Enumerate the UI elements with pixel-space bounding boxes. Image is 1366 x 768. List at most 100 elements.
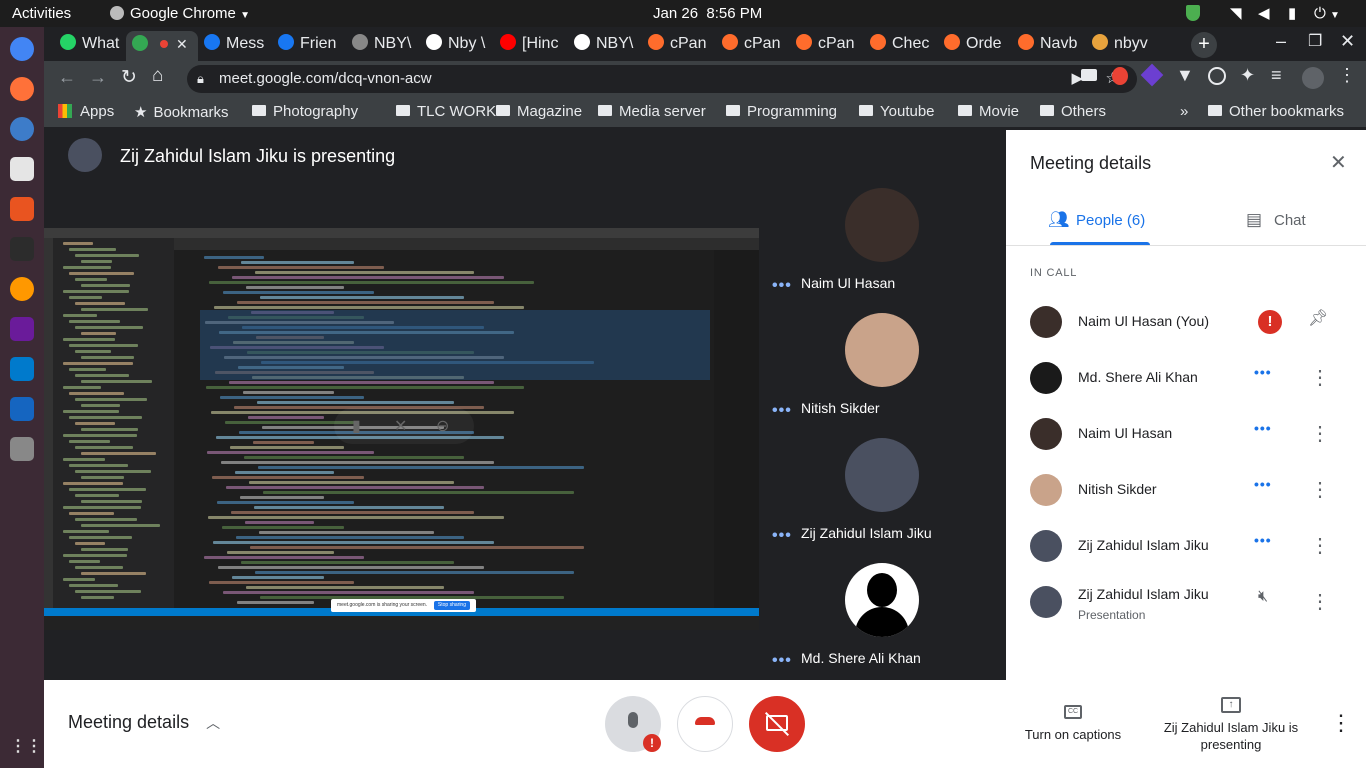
bookmark-folder[interactable]: Photography bbox=[252, 103, 358, 120]
participant-menu-icon[interactable]: ⋮ bbox=[1310, 588, 1330, 616]
bookmark-folder[interactable]: Movie bbox=[958, 103, 1019, 120]
phpstorm-dock-icon[interactable] bbox=[10, 317, 34, 341]
stop-sharing-button[interactable]: Stop sharing bbox=[433, 601, 470, 610]
browser-tab[interactable]: nbyv bbox=[1086, 31, 1148, 61]
maximize-icon[interactable]: ❐ bbox=[1308, 31, 1322, 51]
participant-menu-icon[interactable]: ⋮ bbox=[1310, 420, 1330, 448]
terminal-dock-icon[interactable] bbox=[10, 237, 34, 261]
new-tab-icon[interactable]: + bbox=[1191, 32, 1217, 58]
minimize-icon[interactable]: – bbox=[1276, 31, 1286, 52]
vpn-extension-icon[interactable] bbox=[1140, 63, 1164, 87]
activities-button[interactable]: Activities bbox=[12, 0, 71, 27]
participant-row[interactable]: Nitish Sikder ••• ⋮ bbox=[1006, 462, 1366, 518]
clock[interactable]: Jan 26 8:56 PM bbox=[653, 0, 762, 27]
close-panel-icon[interactable]: ✕ bbox=[1330, 150, 1347, 175]
file-tree-item bbox=[69, 296, 102, 299]
show-apps-icon[interactable]: ⋮⋮⋮ bbox=[10, 735, 58, 759]
home-icon[interactable]: ⌂ bbox=[152, 65, 163, 87]
browser-tab[interactable]: NBY\ bbox=[568, 31, 642, 61]
browser-tab[interactable]: Chec bbox=[864, 31, 938, 61]
extensions-icon[interactable]: ✦ bbox=[1240, 65, 1255, 86]
bookmark-folder[interactable]: Youtube bbox=[859, 103, 935, 120]
app-menu[interactable]: Google Chrome ▼ bbox=[110, 0, 250, 27]
participant-tile[interactable]: ••• Naim Ul Hasan bbox=[759, 178, 1006, 303]
file-tree-item bbox=[75, 470, 151, 473]
vue-extension-icon[interactable]: ▼ bbox=[1176, 65, 1194, 86]
participant-row[interactable]: Naim Ul Hasan ••• ⋮ bbox=[1006, 406, 1366, 462]
browser-tab[interactable]: cPan bbox=[790, 31, 864, 61]
chrome-dock-icon[interactable] bbox=[10, 37, 34, 61]
microphone-button[interactable]: ! bbox=[605, 696, 661, 752]
back-icon[interactable]: ← bbox=[58, 67, 76, 88]
participant-menu-icon[interactable]: ⋮ bbox=[1310, 476, 1330, 504]
address-bar[interactable]: 🔒︎ meet.google.com/dcq-vnon-acw ▶ ☆ bbox=[187, 65, 1137, 93]
participant-tiles: ••• Naim Ul Hasan ••• Nitish Sikder ••• Zij Z… bbox=[759, 178, 1006, 680]
browser-tab[interactable]: cPan bbox=[642, 31, 716, 61]
participant-row[interactable]: Zij Zahidul Islam Jiku Presentation 🔇︎ ⋮ bbox=[1006, 574, 1366, 630]
mail-extension-icon[interactable] bbox=[1081, 69, 1097, 81]
browser-tab[interactable]: [Hinc bbox=[494, 31, 568, 61]
participant-menu-icon[interactable]: ⋮ bbox=[1310, 532, 1330, 560]
participant-row[interactable]: Md. Shere Ali Khan ••• ⋮ bbox=[1006, 350, 1366, 406]
code-line bbox=[250, 546, 584, 549]
file-tree-item bbox=[69, 392, 124, 395]
chrome-menu-icon[interactable]: ⋮ bbox=[1338, 65, 1356, 86]
thunderbird-dock-icon[interactable] bbox=[10, 117, 34, 141]
reload-icon[interactable]: ↻ bbox=[121, 66, 137, 89]
bookmark-folder[interactable]: Magazine bbox=[496, 103, 582, 120]
grammar-extension-icon[interactable] bbox=[1208, 67, 1226, 85]
close-tab-icon[interactable]: ✕ bbox=[176, 36, 188, 52]
software-dock-icon[interactable] bbox=[10, 197, 34, 221]
camera-button[interactable] bbox=[749, 696, 805, 752]
ssd-dock-icon[interactable] bbox=[10, 437, 34, 461]
captions-icon: CC bbox=[1064, 705, 1082, 719]
close-window-icon[interactable]: ✕ bbox=[1340, 31, 1355, 52]
browser-tab[interactable]: Mess bbox=[198, 31, 272, 61]
file-tree-item bbox=[75, 398, 147, 401]
participant-row[interactable]: Naim Ul Hasan (You)! 📌︎ bbox=[1006, 294, 1366, 350]
participant-menu-icon[interactable]: ⋮ bbox=[1310, 364, 1330, 392]
browser-tab[interactable]: Orde bbox=[938, 31, 1012, 61]
participant-tile[interactable]: ••• Nitish Sikder bbox=[759, 303, 1006, 428]
browser-tab[interactable]: Frien bbox=[272, 31, 346, 61]
tab-label: Nby \ bbox=[448, 35, 486, 52]
bookmark-folder[interactable]: TLC WORK bbox=[396, 103, 496, 120]
meeting-details-toggle[interactable]: Meeting details ︿ bbox=[68, 712, 220, 733]
apps-bookmark[interactable]: Apps bbox=[58, 103, 114, 120]
stop-extension-icon[interactable] bbox=[1112, 67, 1128, 85]
more-options-icon[interactable]: ⋮ bbox=[1330, 710, 1352, 736]
bookmark-folder[interactable]: Programming bbox=[726, 103, 837, 120]
pin-icon[interactable]: 📌︎ bbox=[1308, 308, 1328, 328]
writer-dock-icon[interactable] bbox=[10, 397, 34, 421]
browser-tab[interactable]: Nby \ bbox=[420, 31, 494, 61]
file-tree-item bbox=[63, 386, 101, 389]
browser-tab[interactable]: ✕ bbox=[126, 31, 198, 61]
microphone-icon: ▮ bbox=[1288, 5, 1297, 22]
presenting-button[interactable]: ↑ Zij Zahidul Islam Jiku is presenting bbox=[1162, 694, 1300, 758]
browser-tab[interactable]: What bbox=[54, 31, 126, 61]
browser-tab[interactable]: NBY\ bbox=[346, 31, 420, 61]
participant-tile[interactable]: ••• Zij Zahidul Islam Jiku bbox=[759, 428, 1006, 553]
bookmarks-bookmark[interactable]: ★ Bookmarks bbox=[134, 103, 228, 121]
alert-icon[interactable]: ! bbox=[1258, 310, 1282, 334]
media-queue-icon[interactable]: ≡ bbox=[1271, 65, 1282, 86]
browser-tab[interactable]: cPan bbox=[716, 31, 790, 61]
tab-chat[interactable]: ▤ Chat bbox=[1236, 202, 1346, 246]
participant-tile[interactable]: ••• Md. Shere Ali Khan bbox=[759, 553, 1006, 678]
profile-avatar[interactable] bbox=[1302, 67, 1324, 89]
captions-button[interactable]: CC Turn on captions bbox=[1016, 700, 1130, 750]
bookmark-folder[interactable]: Media server bbox=[598, 103, 706, 120]
vscode-dock-icon[interactable] bbox=[10, 357, 34, 381]
participant-row[interactable]: Zij Zahidul Islam Jiku ••• ⋮ bbox=[1006, 518, 1366, 574]
other-bookmarks[interactable]: Other bookmarks bbox=[1208, 103, 1344, 120]
bookmarks-overflow[interactable]: » bbox=[1180, 103, 1188, 120]
end-call-button[interactable] bbox=[677, 696, 733, 752]
power-icon[interactable]: ⏻ ▼ bbox=[1314, 0, 1340, 27]
forward-icon[interactable]: → bbox=[89, 67, 107, 88]
firefox-dock-icon[interactable] bbox=[10, 77, 34, 101]
bookmark-folder[interactable]: Others bbox=[1040, 103, 1106, 120]
tab-people[interactable]: 👥︎ People (6) bbox=[1030, 202, 1180, 246]
browser-tab[interactable]: Navb bbox=[1012, 31, 1086, 61]
settings-dock-icon[interactable] bbox=[10, 277, 34, 301]
files-dock-icon[interactable] bbox=[10, 157, 34, 181]
